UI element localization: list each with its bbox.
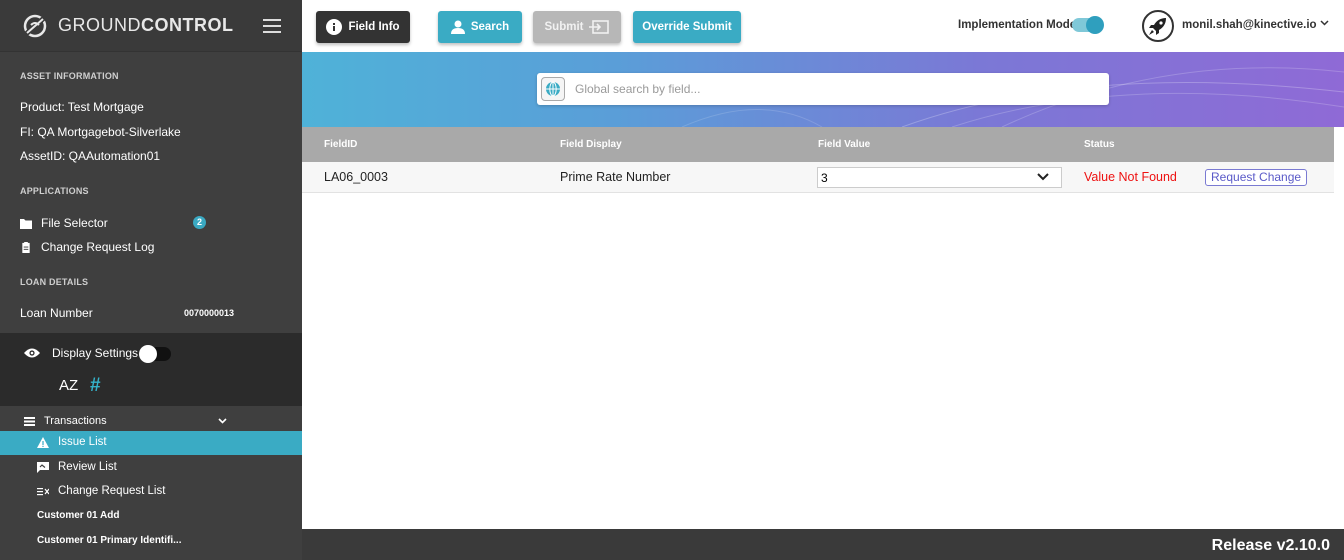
- user-email[interactable]: monil.shah@kinective.io: [1182, 19, 1317, 31]
- column-header-field-display: Field Display: [560, 139, 622, 150]
- display-settings-label: Display Settings: [52, 346, 139, 360]
- sidebar-item-file-selector[interactable]: File Selector: [20, 216, 108, 230]
- globe-icon[interactable]: [541, 77, 565, 101]
- sidebar-item-label: Change Request List: [58, 485, 166, 497]
- display-settings-toggle[interactable]: [139, 345, 171, 363]
- column-header-field-value: Field Value: [818, 139, 871, 150]
- hamburger-menu-icon[interactable]: [263, 19, 281, 33]
- section-title-applications: APPLICATIONS: [20, 186, 89, 196]
- warning-icon: [37, 436, 49, 448]
- search-banner: [302, 52, 1344, 127]
- eye-icon: [24, 348, 40, 358]
- display-settings-panel: Display Settings AZ #: [0, 333, 302, 406]
- column-header-fieldid: FieldID: [324, 139, 358, 150]
- sidebar-item-customer-primary[interactable]: Customer 01 Primary Identifi...: [37, 535, 182, 546]
- hash-icon[interactable]: #: [90, 375, 101, 397]
- sidebar-item-customer-add[interactable]: Customer 01 Add: [37, 510, 119, 521]
- asset-product: Product: Test Mortgage: [20, 100, 144, 114]
- sidebar-item-issue-list[interactable]: Issue List: [37, 436, 107, 448]
- implementation-mode-toggle[interactable]: [1072, 16, 1104, 34]
- global-search-input[interactable]: [575, 82, 1075, 96]
- review-icon: [37, 461, 49, 473]
- rocket-icon: [1149, 18, 1166, 35]
- submit-button-label: Submit: [544, 21, 584, 33]
- cell-field-display: Prime Rate Number: [560, 170, 671, 184]
- column-header-status: Status: [1084, 139, 1115, 150]
- user-icon: [450, 20, 465, 34]
- sidebar-item-label: Issue List: [58, 436, 107, 448]
- brand-name: GROUNDCONTROL: [58, 15, 234, 35]
- loan-number-label: Loan Number: [20, 306, 93, 320]
- asset-fi: FI: QA Mortgagebot-Silverlake: [20, 125, 181, 139]
- field-value-selected: 3: [821, 170, 828, 185]
- status-badge: Value Not Found: [1084, 170, 1177, 184]
- override-submit-button[interactable]: Override Submit: [633, 11, 741, 43]
- sidebar-item-label: Review List: [58, 461, 117, 473]
- chevron-down-icon[interactable]: [1320, 20, 1329, 26]
- implementation-mode-label: Implementation Mode: [958, 19, 1077, 31]
- field-value-select[interactable]: 3: [817, 167, 1062, 188]
- change-request-icon: [37, 487, 49, 495]
- transactions-label: Transactions: [44, 415, 107, 427]
- section-title-asset: ASSET INFORMATION: [20, 71, 119, 81]
- footer: Release v2.10.0: [302, 529, 1344, 560]
- sidebar-item-review-list[interactable]: Review List: [37, 461, 117, 473]
- loan-number-row: Loan Number 0070000013: [20, 306, 234, 320]
- chevron-down-icon[interactable]: [218, 418, 227, 424]
- brand: GROUNDCONTROL: [0, 0, 302, 52]
- search-button-label: Search: [470, 21, 510, 33]
- app-root: GROUNDCONTROL ASSET INFORMATION Product:…: [0, 0, 1344, 560]
- sidebar-item-label: File Selector: [41, 216, 108, 230]
- global-search-box: [537, 73, 1109, 105]
- field-info-button[interactable]: Field Info: [316, 11, 410, 43]
- asset-id: AssetID: QAAutomation01: [20, 149, 161, 163]
- info-icon: [326, 19, 343, 35]
- request-change-button[interactable]: Request Change: [1205, 169, 1308, 186]
- release-version: Release v2.10.0: [1211, 537, 1330, 554]
- search-button[interactable]: Search: [438, 11, 522, 43]
- sidebar: GROUNDCONTROL ASSET INFORMATION Product:…: [0, 0, 302, 560]
- top-toolbar: Field Info Search Submit Override Submit…: [302, 0, 1344, 52]
- scrollbar-track[interactable]: [1334, 127, 1344, 529]
- transactions-header[interactable]: Transactions: [24, 415, 230, 427]
- folder-icon: [20, 218, 32, 229]
- sidebar-item-change-request-log[interactable]: Change Request Log: [20, 240, 154, 254]
- cell-field-id: LA06_0003: [324, 170, 388, 184]
- override-submit-label: Override Submit: [642, 21, 732, 33]
- list-icon: [24, 416, 35, 426]
- submit-button[interactable]: Submit: [533, 11, 621, 43]
- loan-number-value: 0070000013: [183, 308, 234, 318]
- sidebar-item-label: Change Request Log: [41, 240, 155, 254]
- table-header: FieldID Field Display Field Value Status: [302, 127, 1334, 162]
- display-settings-row: Display Settings: [24, 346, 138, 360]
- file-selector-badge: 2: [193, 216, 206, 229]
- chevron-down-icon: [1037, 173, 1049, 181]
- groundcontrol-logo-icon: [23, 14, 47, 37]
- table-row: LA06_0003 Prime Rate Number 3 Value Not …: [302, 162, 1334, 193]
- avatar[interactable]: [1142, 10, 1174, 42]
- submit-icon: [589, 20, 610, 34]
- section-title-loan: LOAN DETAILS: [20, 277, 89, 287]
- sidebar-item-change-request-list[interactable]: Change Request List: [37, 485, 165, 497]
- clipboard-icon: [22, 241, 30, 253]
- field-info-label: Field Info: [348, 21, 400, 33]
- sort-az-icon[interactable]: AZ: [59, 377, 78, 394]
